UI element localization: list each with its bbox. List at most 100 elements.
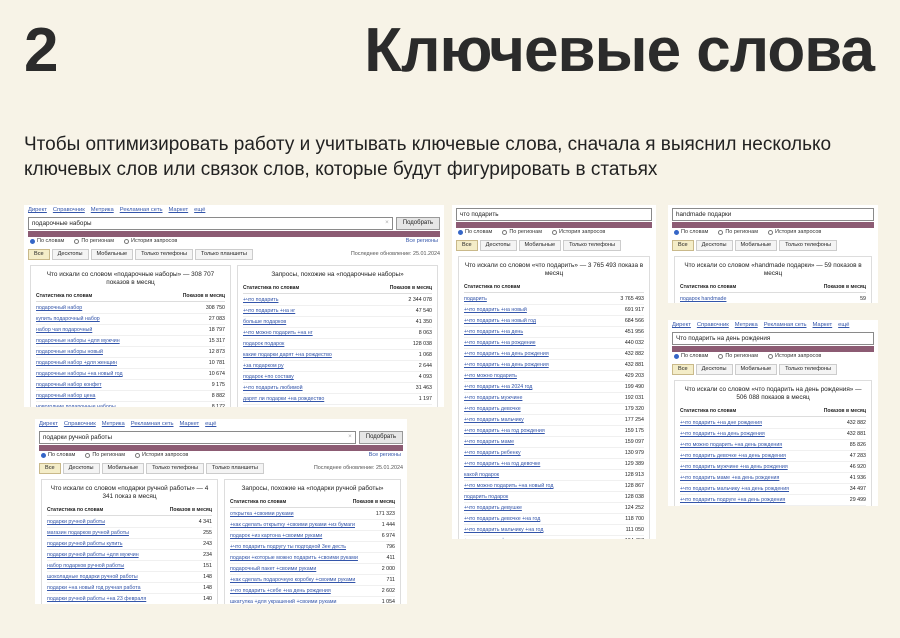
keyword-link[interactable]: подарочный пакет +своими руками	[230, 566, 316, 573]
device-tab[interactable]: Только телефоны	[135, 248, 194, 260]
keyword-link[interactable]: +что подарить мальчику +на год	[464, 527, 543, 534]
device-tab[interactable]: Только телефоны	[779, 239, 838, 251]
device-tab[interactable]: Мобильные	[90, 248, 134, 260]
keyword-link[interactable]: шкатулка +для украшений +своими руками	[230, 599, 336, 604]
keyword-link[interactable]: +что подарить +на 2024 год	[464, 384, 532, 391]
service-link[interactable]: Директ	[672, 322, 691, 329]
keyword-link[interactable]: открытка +своими руками	[230, 511, 294, 518]
keyword-link[interactable]: +что подарить девушке	[464, 505, 522, 512]
mode-radio[interactable]: По словам	[674, 229, 708, 236]
all-regions-link[interactable]: Все регионы	[406, 238, 438, 245]
service-link[interactable]: Справочник	[64, 421, 96, 428]
keyword-link[interactable]: +что подарить +себе +на день рождения	[230, 588, 331, 595]
keyword-link[interactable]: больше подарков	[243, 319, 286, 326]
keyword-link[interactable]: подарок подарок	[243, 341, 284, 348]
keyword-link[interactable]: подарки ручной работы +для мужчин	[47, 552, 139, 559]
service-link[interactable]: Маркет	[813, 322, 833, 329]
keyword-link[interactable]: подарочный набор +для женщин	[36, 360, 117, 367]
keyword-link[interactable]: +что подарить +на нг	[243, 308, 295, 315]
keyword-link[interactable]: подарочные наборы +на новый год	[36, 371, 123, 378]
service-link[interactable]: Метрика	[91, 207, 114, 214]
keyword-link[interactable]: +что подарить девочке	[464, 406, 521, 413]
device-tab[interactable]: Все	[39, 462, 61, 474]
service-link[interactable]: Директ	[28, 207, 47, 214]
keyword-link[interactable]: +что подарить ребенку	[464, 450, 521, 457]
keyword-link[interactable]: +что подарить +на новый	[464, 307, 527, 314]
device-tab[interactable]: Только планшеты	[195, 248, 253, 260]
mode-radio[interactable]: По регионам	[85, 452, 125, 459]
keyword-link[interactable]: +что подарить девочке +на год	[464, 516, 540, 523]
device-tab[interactable]: Все	[672, 363, 694, 375]
keyword-link[interactable]: подарки ручной работы купить	[47, 541, 123, 548]
keyword-link[interactable]: +что подарить мальчику +на день рождения	[680, 486, 789, 493]
keyword-link[interactable]: подарок handmade	[680, 296, 726, 303]
search-button[interactable]: Подобрать	[358, 431, 403, 444]
mode-radio[interactable]: По регионам	[718, 353, 758, 360]
service-link[interactable]: Рекламная сеть	[131, 421, 174, 428]
keyword-link[interactable]: +что подарить	[243, 297, 278, 304]
device-tab[interactable]: Только телефоны	[146, 462, 205, 474]
device-tab[interactable]: Мобильные	[518, 239, 562, 251]
keyword-link[interactable]: +что подарить +на рождение	[464, 340, 536, 347]
mode-radio[interactable]: По словам	[41, 452, 75, 459]
service-link[interactable]: Справочник	[53, 207, 85, 214]
mode-radio[interactable]: По регионам	[718, 229, 758, 236]
mode-radio[interactable]: История запросов	[124, 238, 177, 245]
service-link[interactable]: Рекламная сеть	[764, 322, 807, 329]
device-tab[interactable]: Все	[456, 239, 478, 251]
keyword-link[interactable]: +что подарить +на день рождения	[464, 351, 549, 358]
keyword-link[interactable]: +что подарить мальчику	[464, 417, 524, 424]
keyword-link[interactable]: новогодние подарочные наборы	[36, 404, 116, 407]
keyword-link[interactable]: +за подарком ру	[243, 363, 284, 370]
keyword-link[interactable]: какой подарок	[464, 472, 499, 479]
search-button[interactable]: Подобрать	[395, 217, 440, 230]
keyword-link[interactable]: набор чая подарочный	[36, 327, 92, 334]
keyword-link[interactable]: +что можно подарить	[464, 373, 517, 380]
keyword-link[interactable]: набор подарков ручной работы	[47, 563, 124, 570]
service-link[interactable]: Справочник	[697, 322, 729, 329]
service-link[interactable]: Директ	[39, 421, 58, 428]
mode-radio[interactable]: История запросов	[135, 452, 188, 459]
keyword-link[interactable]: +что подарить +на день рождения	[680, 431, 765, 438]
device-tab[interactable]: Мобильные	[734, 239, 778, 251]
keyword-link[interactable]: подарок +из картона +своими руками	[230, 533, 322, 540]
service-link[interactable]: Метрика	[102, 421, 125, 428]
keyword-link[interactable]: шоколадные подарки ручной работы	[47, 574, 138, 581]
service-link[interactable]: Маркет	[180, 421, 200, 428]
keyword-link[interactable]: +что подарить мужчине	[464, 395, 522, 402]
keyword-link[interactable]: +что подарить любимой	[243, 385, 303, 392]
search-input[interactable]: handmade подарки	[672, 208, 874, 221]
keyword-link[interactable]: подарок +по составу	[243, 374, 294, 381]
keyword-link[interactable]: +что можно подарить +на день рождения	[680, 442, 782, 449]
keyword-link[interactable]: подарки ручной работы +на 23 февраля	[47, 596, 146, 603]
mode-radio[interactable]: По регионам	[502, 229, 542, 236]
keyword-link[interactable]: подарочный набор конфет	[36, 382, 102, 389]
search-input[interactable]: что подарить	[456, 208, 652, 221]
search-input[interactable]: Что подарить на день рождения	[672, 332, 874, 345]
service-link[interactable]: Метрика	[735, 322, 758, 329]
device-tab[interactable]: Десктопы	[479, 239, 517, 251]
device-tab[interactable]: Только телефоны	[779, 363, 838, 375]
keyword-link[interactable]: +что подарить подругу ты подгодной 3ее д…	[230, 544, 346, 551]
search-input[interactable]: подарки ручной работы ×	[39, 431, 356, 444]
service-link[interactable]: ещё	[194, 207, 205, 214]
mode-radio[interactable]: По словам	[30, 238, 64, 245]
keyword-link[interactable]: +что подарить +на новый год	[464, 318, 536, 325]
keyword-link[interactable]: +что подарить маме +на день рождения	[680, 475, 779, 482]
keyword-link[interactable]: +что подарить +на дне рождения	[680, 420, 762, 427]
keyword-link[interactable]: +что подарить +на день рождения	[464, 362, 549, 369]
service-link[interactable]: Маркет	[169, 207, 189, 214]
keyword-link[interactable]: +как сделать открытку +своими руками +из…	[230, 522, 355, 529]
device-tab[interactable]: Все	[672, 239, 694, 251]
keyword-link[interactable]: подарки +которые можно подарить +своими …	[230, 555, 358, 562]
mode-radio[interactable]: История запросов	[768, 229, 821, 236]
device-tab[interactable]: Десктопы	[51, 248, 89, 260]
keyword-link[interactable]: подарочные наборы +для мужчин	[36, 338, 120, 345]
mode-radio[interactable]: По регионам	[74, 238, 114, 245]
keyword-link[interactable]: +что можно подарить +на нг	[243, 330, 313, 337]
keyword-link[interactable]: +что подарить +на день	[464, 329, 523, 336]
search-input[interactable]: подарочные наборы ×	[28, 217, 393, 230]
keyword-link[interactable]: +что можно подарить +на новый год	[464, 483, 553, 490]
mode-radio[interactable]: По словам	[458, 229, 492, 236]
keyword-link[interactable]: +что подарить мужчине +на день рождения	[680, 464, 788, 471]
